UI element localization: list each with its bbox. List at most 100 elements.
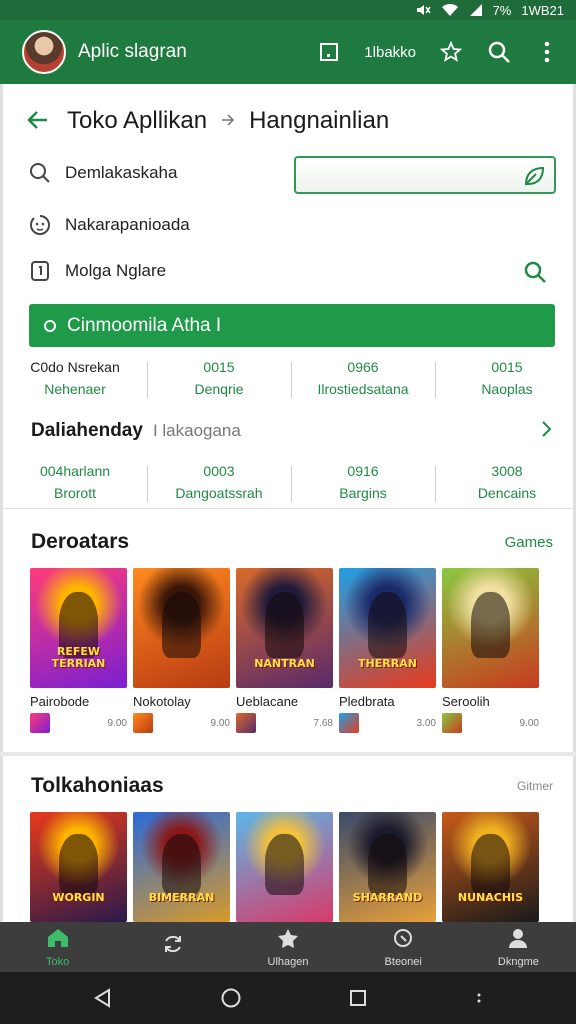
main-content: Toko Apllikan Hangnainlian Demlakaskaha … xyxy=(0,84,576,922)
game-tiles: REFEW TERRIAN Pairobode 9.00 Nokotolay 9.00 N… xyxy=(30,568,539,733)
chevron-right-icon[interactable] xyxy=(541,418,553,444)
game-tile[interactable]: BIMERRAN xyxy=(133,812,230,922)
game-tile[interactable]: Seroolih 9.00 xyxy=(442,568,539,733)
wifi-icon xyxy=(441,3,458,17)
game-name: Seroolih xyxy=(442,694,490,709)
subheader-row[interactable]: Daliahenday I lakaogana xyxy=(31,418,553,444)
section-link[interactable]: Games xyxy=(505,534,553,551)
recents-icon[interactable] xyxy=(348,988,368,1008)
primary-banner-button[interactable]: Cinmoomila Atha I xyxy=(29,304,555,347)
stats-row-1: C0do Nsrekan Nehenaer 0015 Denqrie 0966 Ilr… xyxy=(3,356,576,408)
cover-title-text: NANTRAN xyxy=(254,657,315,670)
cover-title-text: SHARRAND xyxy=(352,891,423,904)
game-rating: 3.00 xyxy=(416,717,436,729)
game-tile[interactable]: Nokotolay 9.00 xyxy=(133,568,230,733)
game-tile[interactable]: THERRAN Pledbrata 3.00 xyxy=(339,568,436,733)
search-icon xyxy=(29,162,51,184)
nav-item-2[interactable]: Ulhagen xyxy=(230,922,345,972)
nav-item-1[interactable] xyxy=(115,922,230,972)
system-nav xyxy=(0,972,576,1024)
nav-item-0[interactable]: Toko xyxy=(0,922,115,972)
search-input[interactable] xyxy=(294,156,556,194)
game-name: Ueblacane xyxy=(236,694,299,709)
game-cover-image[interactable] xyxy=(442,568,539,688)
game-cover-image[interactable]: NUNACHIS xyxy=(442,812,539,922)
game-tile[interactable]: NUNACHIS xyxy=(442,812,539,922)
game-thumbnail xyxy=(30,713,50,733)
game-tile[interactable]: NANTRAN Ueblacane 7.68 xyxy=(236,568,333,733)
subheader-title: Daliahenday xyxy=(31,420,143,441)
nav-item-4[interactable]: Dkngme xyxy=(461,922,576,972)
row-face[interactable]: Nakarapanioada xyxy=(29,214,190,236)
stat-item: 004harlann Brorott xyxy=(39,463,111,501)
stat-item: 0966 Ilrostiedsatana xyxy=(291,356,435,408)
stat-item: C0do Nsrekan Nehenaer xyxy=(30,359,120,397)
divider xyxy=(3,508,576,509)
game-cover-image[interactable]: NANTRAN xyxy=(236,568,333,688)
section-title: Deroatars xyxy=(31,530,130,553)
game-thumbnail xyxy=(442,713,462,733)
breadcrumb-current: Hangnainlian xyxy=(249,107,390,134)
section-header: Tolkahoniaas Gitmer xyxy=(31,774,553,798)
game-meta: 9.00 xyxy=(442,713,539,733)
person-icon xyxy=(507,927,529,952)
star-icon[interactable] xyxy=(438,39,464,65)
more-vert-icon[interactable] xyxy=(534,39,560,65)
nav-label: Ulhagen xyxy=(267,955,309,968)
back-icon[interactable] xyxy=(93,988,113,1008)
row-face-label: Nakarapanioada xyxy=(65,215,190,234)
game-cover-image[interactable] xyxy=(236,812,333,922)
status-time: 1WB21 xyxy=(521,2,564,18)
game-rating: 7.68 xyxy=(313,717,333,729)
appbar-action-text[interactable]: 1lbakko xyxy=(364,44,416,61)
nav-label: Toko xyxy=(45,955,70,968)
mute-icon xyxy=(416,5,431,15)
game-cover-image[interactable]: THERRAN xyxy=(339,568,436,688)
game-tile[interactable]: SHARRAND xyxy=(339,812,436,922)
game-rating: 9.00 xyxy=(107,717,127,729)
stat-item: 0015 Naoplas xyxy=(435,356,576,408)
nav-label: Dkngme xyxy=(497,955,539,968)
character-figure xyxy=(265,592,304,658)
character-figure xyxy=(368,592,407,658)
game-cover-image[interactable]: WORGIN xyxy=(30,812,127,922)
banner-label: Cinmoomila Atha I xyxy=(67,314,222,336)
square-icon[interactable] xyxy=(316,39,342,65)
game-rating: 9.00 xyxy=(210,717,230,729)
game-cover-image[interactable]: SHARRAND xyxy=(339,812,436,922)
cover-title-text: NUNACHIS xyxy=(457,891,524,904)
stat-item: 0003 Dangoatssrah xyxy=(147,460,291,512)
tag-icon xyxy=(29,260,51,282)
back-arrow-icon[interactable] xyxy=(27,106,49,137)
game-meta: 9.00 xyxy=(133,713,230,733)
character-figure xyxy=(265,834,304,895)
game-thumbnail xyxy=(133,713,153,733)
game-tile[interactable]: WORGIN xyxy=(30,812,127,922)
character-figure xyxy=(471,592,510,658)
game-meta: 9.00 xyxy=(30,713,127,733)
cover-title-text: REFEW TERRIAN xyxy=(51,645,106,670)
game-meta: 3.00 xyxy=(339,713,436,733)
stats-row-2: 004harlann Brorott 0003 Dangoatssrah 0916 B… xyxy=(3,460,576,512)
search-icon xyxy=(392,927,414,952)
avatar[interactable] xyxy=(22,30,66,74)
row-search-label: Demlakaskaha xyxy=(65,163,178,182)
search-icon[interactable] xyxy=(523,260,547,289)
row-search[interactable]: Demlakaskaha xyxy=(29,162,177,184)
status-bar: 7% 1WB21 xyxy=(0,0,576,20)
row-tag[interactable]: Molga Nglare xyxy=(29,260,166,282)
game-cover-image[interactable] xyxy=(133,568,230,688)
refresh-icon xyxy=(162,933,184,958)
section-link[interactable]: Gitmer xyxy=(517,779,553,793)
game-cover-image[interactable]: BIMERRAN xyxy=(133,812,230,922)
cover-title-text: WORGIN xyxy=(52,891,105,904)
game-cover-image[interactable]: REFEW TERRIAN xyxy=(30,568,127,688)
search-icon[interactable] xyxy=(486,39,512,65)
breadcrumb-root[interactable]: Toko Apllikan xyxy=(67,107,207,135)
home-circle-icon[interactable] xyxy=(220,987,242,1009)
keyboard-dot-icon[interactable] xyxy=(475,991,483,1005)
leaf-icon[interactable] xyxy=(522,164,546,188)
game-tile[interactable]: REFEW TERRIAN Pairobode 9.00 xyxy=(30,568,127,733)
game-tile[interactable] xyxy=(236,812,333,922)
nav-item-3[interactable]: Bteonei xyxy=(346,922,461,972)
